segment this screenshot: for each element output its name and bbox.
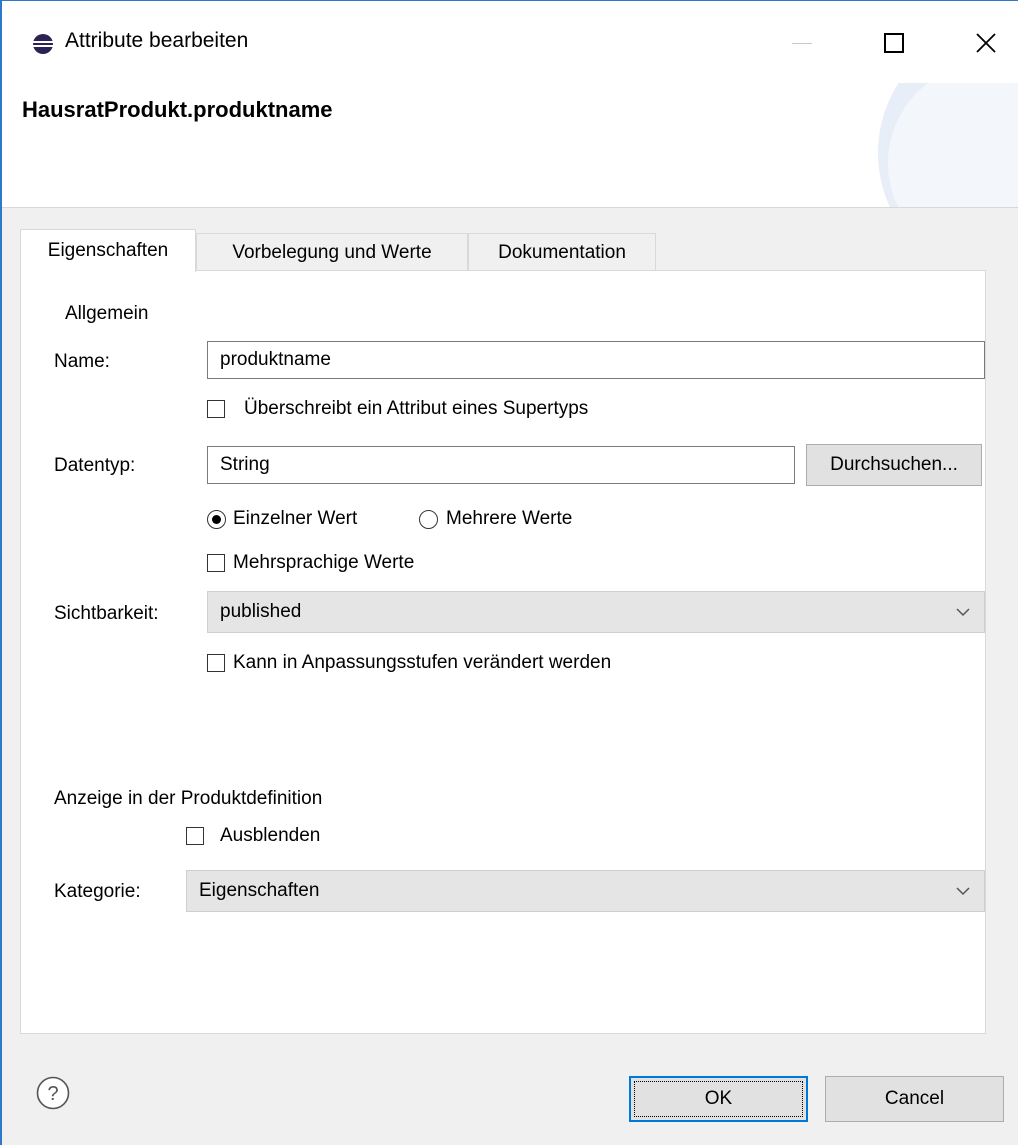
maximize-icon — [884, 33, 904, 53]
single-value-radio[interactable] — [207, 510, 226, 529]
single-value-label: Einzelner Wert — [233, 508, 358, 529]
section-label-allgemein: Allgemein — [65, 303, 149, 324]
category-select[interactable]: Eigenschaften — [186, 870, 985, 912]
minimize-button[interactable] — [756, 9, 848, 77]
dialog-title: HausratProdukt.produktname — [22, 97, 333, 122]
focus-ring — [634, 1081, 803, 1117]
changeable-checkbox[interactable] — [207, 654, 225, 672]
tab-eigenschaften[interactable]: Eigenschaften — [20, 229, 196, 272]
name-input-value: produktname — [220, 349, 331, 370]
visibility-select-value: published — [220, 601, 302, 622]
override-checkbox[interactable] — [207, 400, 225, 418]
multi-value-label: Mehrere Werte — [446, 508, 573, 529]
cancel-button[interactable]: Cancel — [825, 1076, 1004, 1122]
visibility-select[interactable]: published — [207, 591, 985, 633]
close-button[interactable] — [940, 9, 1018, 77]
cancel-button-label: Cancel — [884, 1088, 945, 1109]
datatype-input[interactable]: String — [207, 446, 795, 484]
tab-vorbelegung-und-werte[interactable]: Vorbelegung und Werte — [196, 233, 468, 271]
header-decoration-inner — [888, 83, 1018, 207]
close-icon — [976, 33, 996, 53]
tab-panel-eigenschaften: Allgemein Name: produktname Überschreibt… — [20, 270, 986, 1034]
eclipse-icon — [33, 34, 53, 54]
changeable-label: Kann in Anpassungsstufen verändert werde… — [233, 652, 612, 673]
minimize-icon — [792, 42, 812, 44]
header-separator — [2, 207, 1018, 208]
ok-button[interactable]: OK — [629, 1076, 808, 1122]
visibility-label: Sichtbarkeit: — [54, 603, 159, 624]
window-title: Attribute bearbeiten — [65, 29, 249, 52]
multilingual-checkbox[interactable] — [207, 554, 225, 572]
maximize-button[interactable] — [848, 9, 940, 77]
category-label: Kategorie: — [54, 881, 141, 902]
dialog-header: HausratProdukt.produktname — [2, 83, 1018, 207]
name-input[interactable]: produktname — [207, 341, 985, 379]
override-label: Überschreibt ein Attribut eines Supertyp… — [244, 398, 589, 419]
browse-button[interactable]: Durchsuchen... — [806, 444, 982, 486]
multi-value-radio[interactable] — [419, 510, 438, 529]
datatype-input-value: String — [220, 454, 270, 475]
chevron-down-icon — [956, 608, 970, 617]
hide-checkbox[interactable] — [186, 827, 204, 845]
svg-text:?: ? — [47, 1083, 58, 1105]
title-bar[interactable]: Attribute bearbeiten — [2, 1, 1018, 83]
name-label: Name: — [54, 351, 110, 372]
category-select-value: Eigenschaften — [199, 880, 320, 901]
datatype-label: Datentyp: — [54, 455, 136, 476]
chevron-down-icon — [956, 887, 970, 896]
section-label-anzeige: Anzeige in der Produktdefinition — [54, 788, 323, 809]
help-icon[interactable]: ? — [36, 1076, 70, 1110]
hide-label: Ausblenden — [220, 825, 321, 846]
multilingual-label: Mehrsprachige Werte — [233, 552, 415, 573]
tab-dokumentation[interactable]: Dokumentation — [468, 233, 656, 271]
